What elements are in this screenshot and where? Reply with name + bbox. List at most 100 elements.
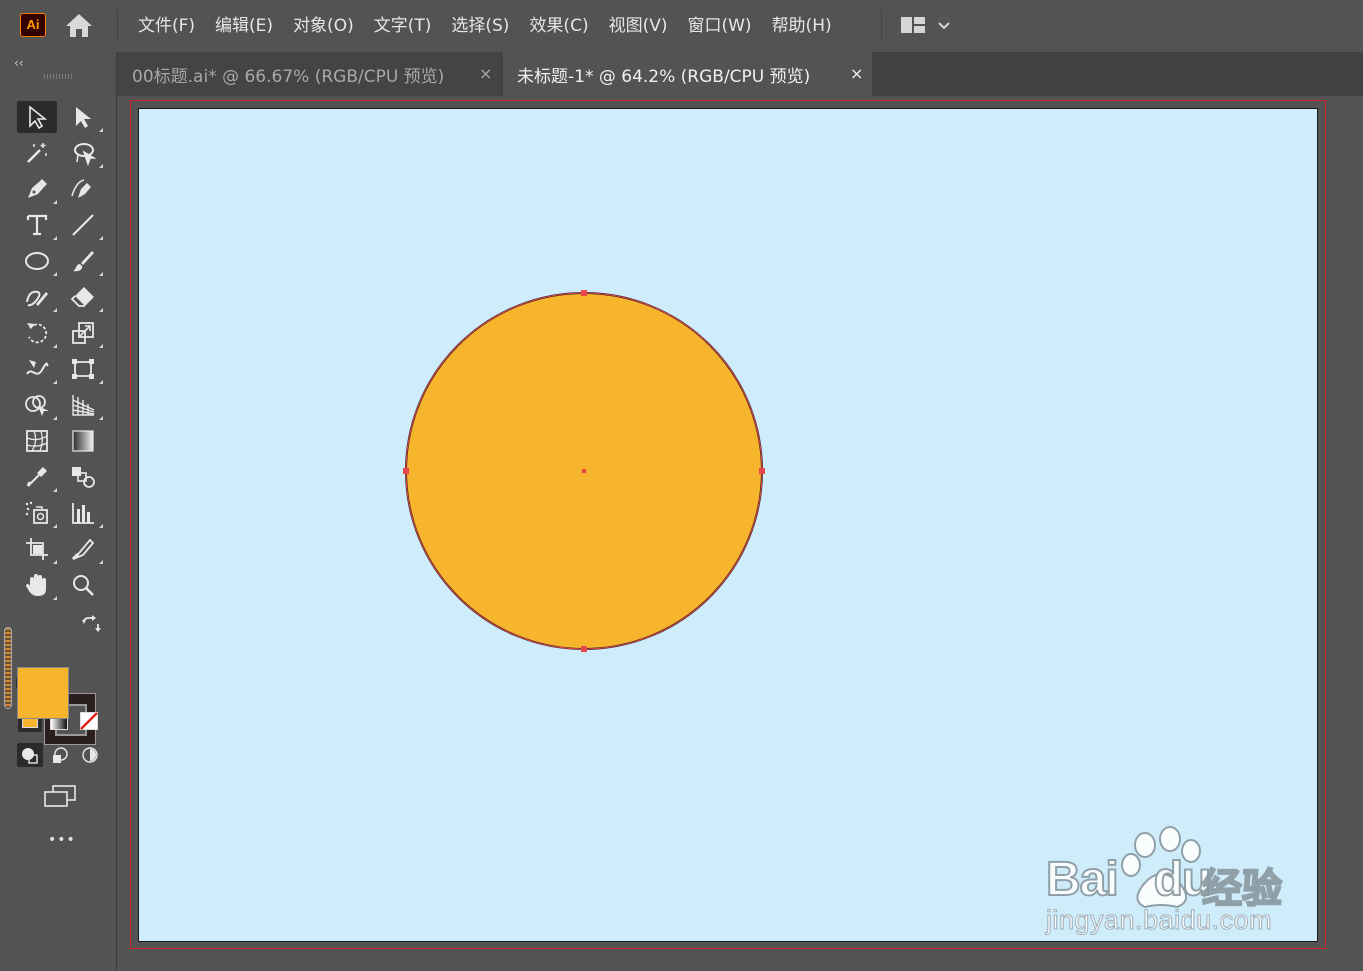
anchor-point-left[interactable] xyxy=(403,468,409,474)
mesh-icon xyxy=(26,430,48,452)
draw-normal-button[interactable] xyxy=(17,743,43,767)
tools-panel: ‹‹ ••• xyxy=(0,52,117,971)
menu-select[interactable]: 选择(S) xyxy=(441,0,519,52)
menu-items: 文件(F) 编辑(E) 对象(O) 文字(T) 选择(S) 效果(C) 视图(V… xyxy=(128,0,842,52)
warp-tool[interactable] xyxy=(17,353,57,385)
hand-tool[interactable] xyxy=(17,569,57,601)
line-segment-tool[interactable] xyxy=(63,209,103,241)
ellipse-icon xyxy=(25,252,49,270)
draw-inside-icon[interactable] xyxy=(80,745,100,765)
gradient-tool[interactable] xyxy=(63,425,103,457)
tab-label: 00标题.ai* @ 66.67% (RGB/CPU 预览) xyxy=(132,66,445,87)
panel-scrollbar[interactable] xyxy=(4,627,12,709)
none-mode-icon[interactable] xyxy=(80,712,98,730)
shape-builder-icon xyxy=(25,395,49,416)
menu-window[interactable]: 窗口(W) xyxy=(677,0,761,52)
menu-bar: Ai 文件(F) 编辑(E) 对象(O) 文字(T) 选择(S) 效果(C) 视… xyxy=(0,0,1363,53)
paintbrush-tool[interactable] xyxy=(63,245,103,277)
draw-behind-icon[interactable] xyxy=(50,745,70,765)
menu-edit[interactable]: 编辑(E) xyxy=(205,0,283,52)
slice-tool[interactable] xyxy=(63,533,103,565)
center-point xyxy=(582,469,586,473)
rotate-tool[interactable] xyxy=(17,317,57,349)
artboard[interactable] xyxy=(138,108,1318,942)
tab-label: 未标题-1* @ 64.2% (RGB/CPU 预览) xyxy=(517,66,811,87)
symbol-sprayer-tool[interactable] xyxy=(17,497,57,529)
column-graph-icon xyxy=(72,503,94,524)
selection-tool[interactable] xyxy=(17,101,57,133)
zoom-tool[interactable] xyxy=(63,569,103,601)
column-graph-tool[interactable] xyxy=(63,497,103,529)
warp-icon xyxy=(26,360,49,375)
watermark-brand-bai: Bai xyxy=(1045,852,1120,907)
more-tools-icon[interactable]: ••• xyxy=(48,832,76,848)
collapse-icon[interactable]: ‹‹ xyxy=(14,56,24,70)
rotate-icon xyxy=(27,323,48,344)
free-transform-tool[interactable] xyxy=(63,353,103,385)
curvature-pen-icon xyxy=(71,179,91,198)
selection-arrow-icon xyxy=(29,105,48,130)
scale-icon xyxy=(72,322,94,344)
pen-tool[interactable] xyxy=(17,173,57,205)
perspective-grid-icon xyxy=(72,395,95,416)
swap-fill-stroke-icon[interactable] xyxy=(80,614,102,636)
menu-type[interactable]: 文字(T) xyxy=(364,0,442,52)
artboard-tool[interactable] xyxy=(17,533,57,565)
eyedropper-icon xyxy=(26,467,47,487)
eyedropper-tool[interactable] xyxy=(17,461,57,493)
menu-file[interactable]: 文件(F) xyxy=(128,0,205,52)
hand-icon xyxy=(26,574,46,596)
eraser-tool[interactable] xyxy=(63,281,103,313)
free-transform-icon xyxy=(72,359,94,379)
perspective-grid-tool[interactable] xyxy=(63,389,103,421)
anchor-point-top[interactable] xyxy=(581,290,587,296)
paintbrush-icon xyxy=(73,251,94,272)
fill-color-swatch[interactable] xyxy=(17,667,69,719)
magic-wand-icon xyxy=(27,143,47,163)
menu-effect[interactable]: 效果(C) xyxy=(519,0,598,52)
anchor-point-bottom[interactable] xyxy=(581,646,587,652)
lasso-tool[interactable] xyxy=(63,137,103,169)
magic-wand-tool[interactable] xyxy=(17,137,57,169)
app-logo: Ai xyxy=(20,13,46,37)
blend-tool[interactable] xyxy=(63,461,103,493)
line-segment-icon xyxy=(72,214,94,236)
close-icon[interactable]: × xyxy=(479,64,492,83)
menu-view[interactable]: 视图(V) xyxy=(599,0,678,52)
direct-selection-arrow-icon xyxy=(76,107,91,128)
type-tool[interactable] xyxy=(17,209,57,241)
watermark-url: jingyan.baidu.com xyxy=(1045,905,1273,936)
menu-help[interactable]: 帮助(H) xyxy=(762,0,842,52)
panel-grip[interactable] xyxy=(44,74,74,79)
curvature-tool[interactable] xyxy=(63,173,103,205)
scale-tool[interactable] xyxy=(63,317,103,349)
lasso-icon xyxy=(74,143,96,166)
type-t-icon xyxy=(26,214,48,236)
screen-mode-icon[interactable] xyxy=(42,784,78,810)
watermark-brand: Bai du xyxy=(1045,852,1212,907)
symbol-sprayer-icon xyxy=(25,501,48,524)
tab-document-2[interactable]: 未标题-1* @ 64.2% (RGB/CPU 预览) × xyxy=(503,52,872,96)
ellipse-tool[interactable] xyxy=(17,245,57,277)
slice-knife-icon xyxy=(71,538,95,561)
menu-divider xyxy=(117,10,118,42)
artboard-icon xyxy=(26,538,48,560)
gradient-icon xyxy=(72,430,94,452)
menu-divider xyxy=(881,10,882,42)
eraser-icon xyxy=(70,287,94,307)
menu-object[interactable]: 对象(O) xyxy=(283,0,364,52)
shape-builder-tool[interactable] xyxy=(17,389,57,421)
direct-selection-tool[interactable] xyxy=(63,101,103,133)
anchor-point-right[interactable] xyxy=(759,468,765,474)
shaper-icon xyxy=(26,290,48,307)
mesh-tool[interactable] xyxy=(17,425,57,457)
pen-icon xyxy=(28,179,47,198)
blend-icon xyxy=(72,467,95,488)
close-icon[interactable]: × xyxy=(850,64,863,83)
home-icon[interactable] xyxy=(64,11,94,39)
draw-normal-icon xyxy=(22,748,38,764)
tab-document-1[interactable]: 00标题.ai* @ 66.67% (RGB/CPU 预览) × xyxy=(117,52,501,96)
shaper-tool[interactable] xyxy=(17,281,57,313)
workspace-switcher-icon[interactable] xyxy=(898,13,958,39)
zoom-magnifier-icon xyxy=(73,575,94,596)
